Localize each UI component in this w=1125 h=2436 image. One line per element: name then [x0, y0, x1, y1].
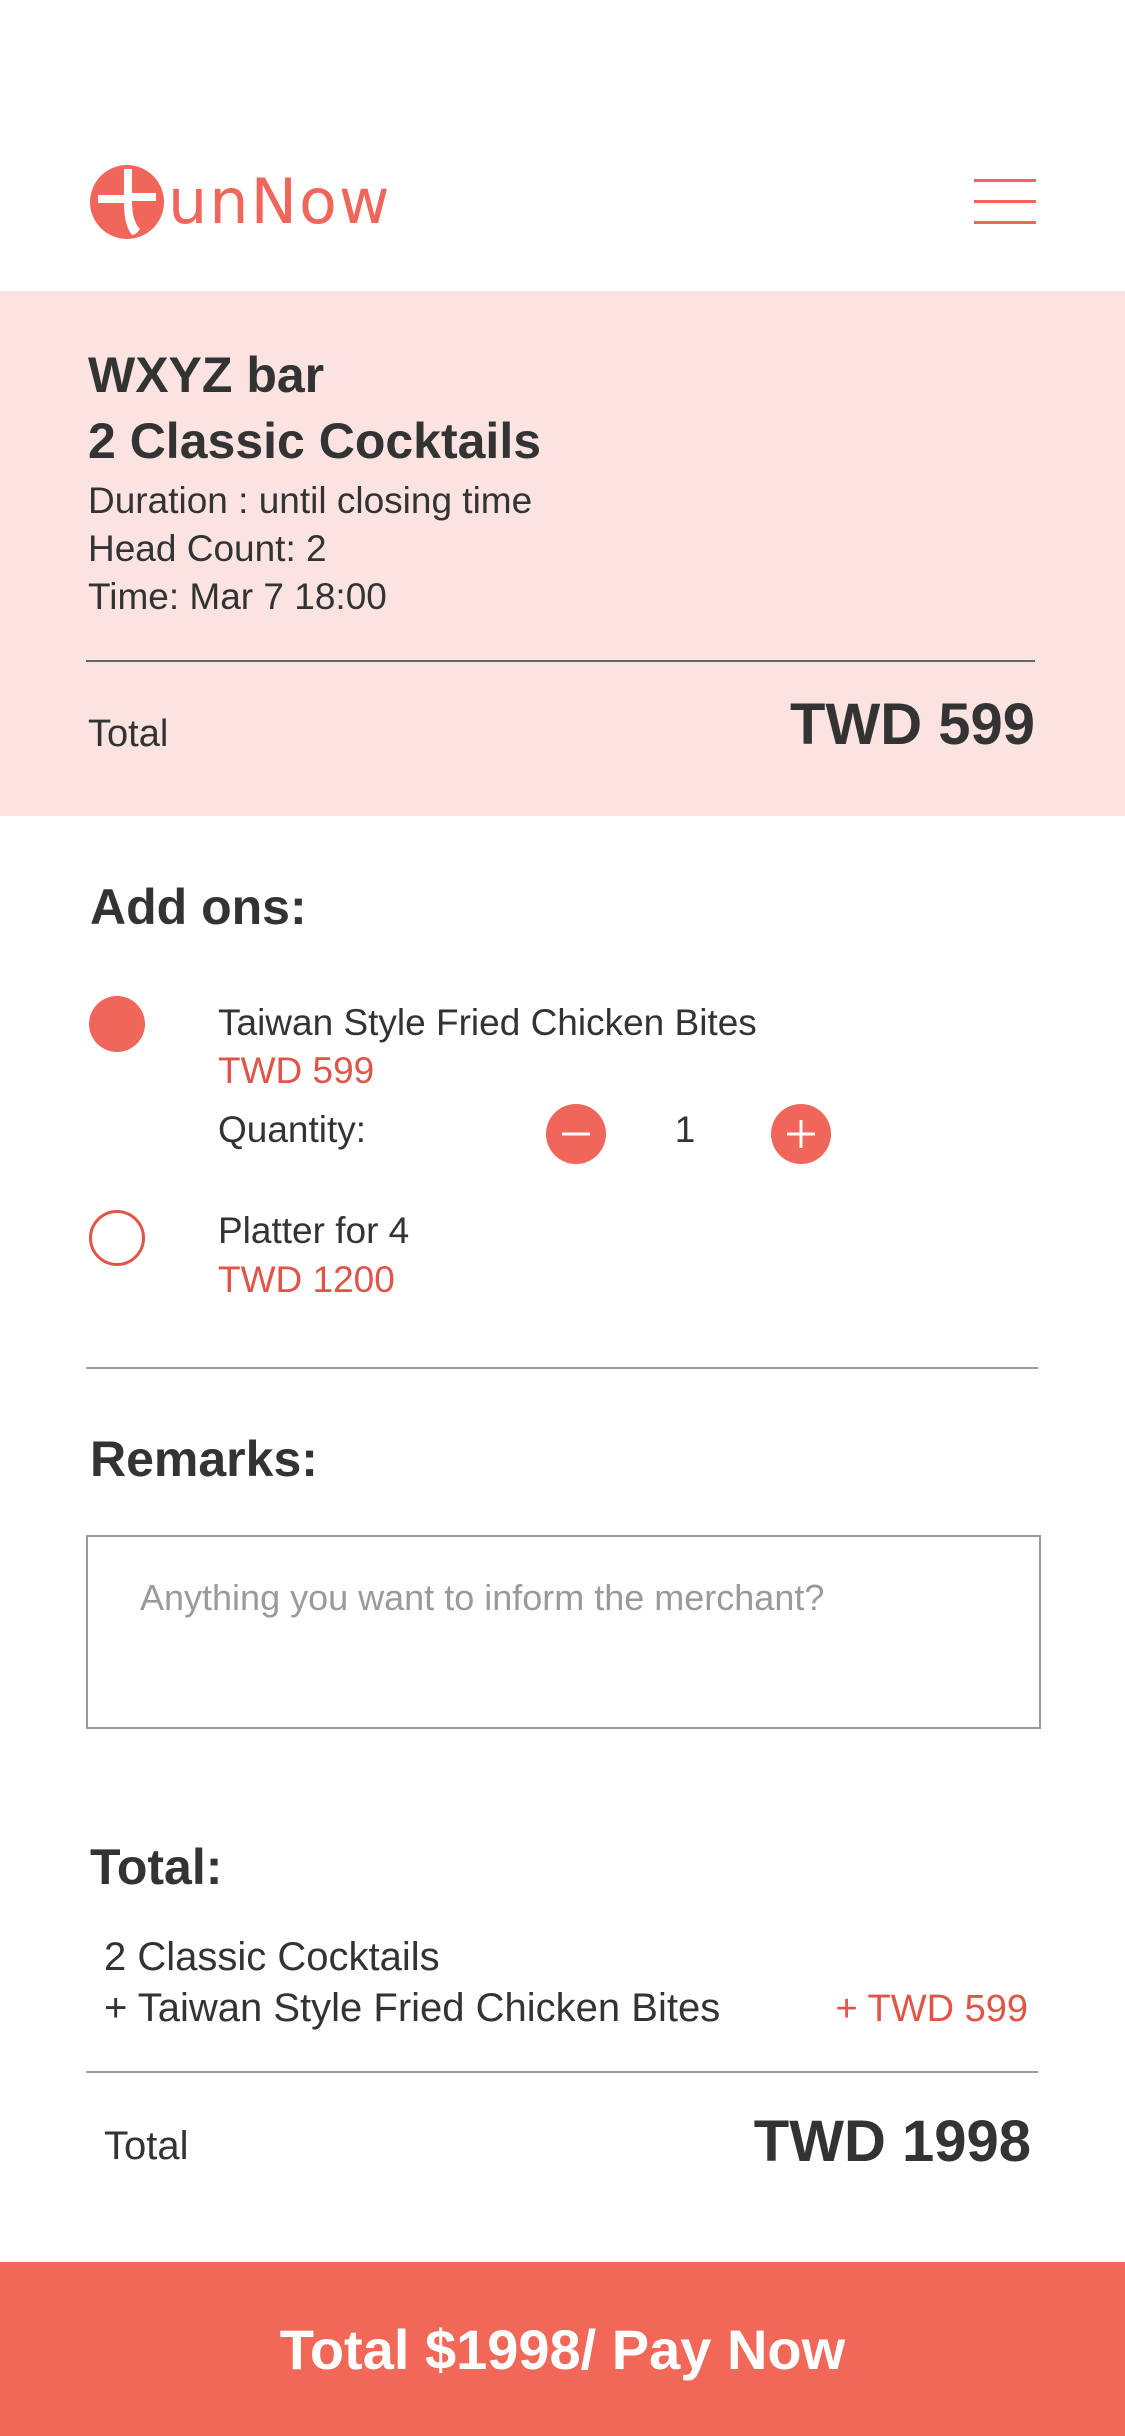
logo-mark-icon [90, 165, 164, 239]
addons-title: Add ons: [90, 879, 307, 935]
line-item-addon: + Taiwan Style Fried Chicken Bites [104, 1986, 721, 2030]
section-divider [86, 1367, 1038, 1369]
pay-now-button[interactable]: Total $1998/ Pay Now [0, 2262, 1125, 2436]
hamburger-menu-icon[interactable] [974, 176, 1036, 228]
head-count-text: Head Count: 2 [88, 528, 327, 569]
minus-icon [562, 1132, 590, 1136]
remarks-input[interactable] [86, 1535, 1041, 1729]
addon-price: TWD 1200 [218, 1259, 395, 1300]
addon-radio-unselected[interactable] [89, 1210, 145, 1266]
remarks-title: Remarks: [90, 1431, 318, 1487]
decrease-quantity-button[interactable] [546, 1104, 606, 1164]
summary-total-value: TWD 599 [790, 692, 1035, 757]
line-item-addon-price: + TWD 599 [835, 1988, 1028, 2030]
brand-logo[interactable]: unNow [88, 162, 392, 242]
package-name: 2 Classic Cocktails [88, 413, 542, 469]
line-item-package: 2 Classic Cocktails [104, 1935, 440, 1979]
quantity-label: Quantity: [218, 1109, 367, 1150]
total-title: Total: [90, 1839, 223, 1895]
app-header: unNow [0, 0, 1125, 291]
duration-text: Duration : until closing time [88, 480, 533, 521]
grand-total-value: TWD 1998 [753, 2109, 1031, 2174]
pay-now-label: Total $1998/ Pay Now [279, 2317, 846, 2381]
grand-total-label: Total [104, 2124, 189, 2168]
time-text: Time: Mar 7 18:00 [88, 576, 387, 617]
plus-icon [787, 1120, 815, 1148]
addon-price: TWD 599 [218, 1050, 375, 1091]
summary-divider [86, 660, 1035, 662]
summary-total-label: Total [88, 713, 169, 755]
logo-text: unNow [168, 165, 392, 238]
increase-quantity-button[interactable] [771, 1104, 831, 1164]
addon-radio-selected[interactable] [89, 996, 145, 1052]
venue-name: WXYZ bar [88, 347, 325, 403]
total-divider [86, 2071, 1038, 2073]
addon-name: Platter for 4 [218, 1210, 410, 1251]
quantity-value: 1 [674, 1109, 696, 1150]
order-summary-card: WXYZ bar 2 Classic Cocktails Duration : … [0, 291, 1125, 816]
addon-name: Taiwan Style Fried Chicken Bites [218, 1002, 757, 1043]
